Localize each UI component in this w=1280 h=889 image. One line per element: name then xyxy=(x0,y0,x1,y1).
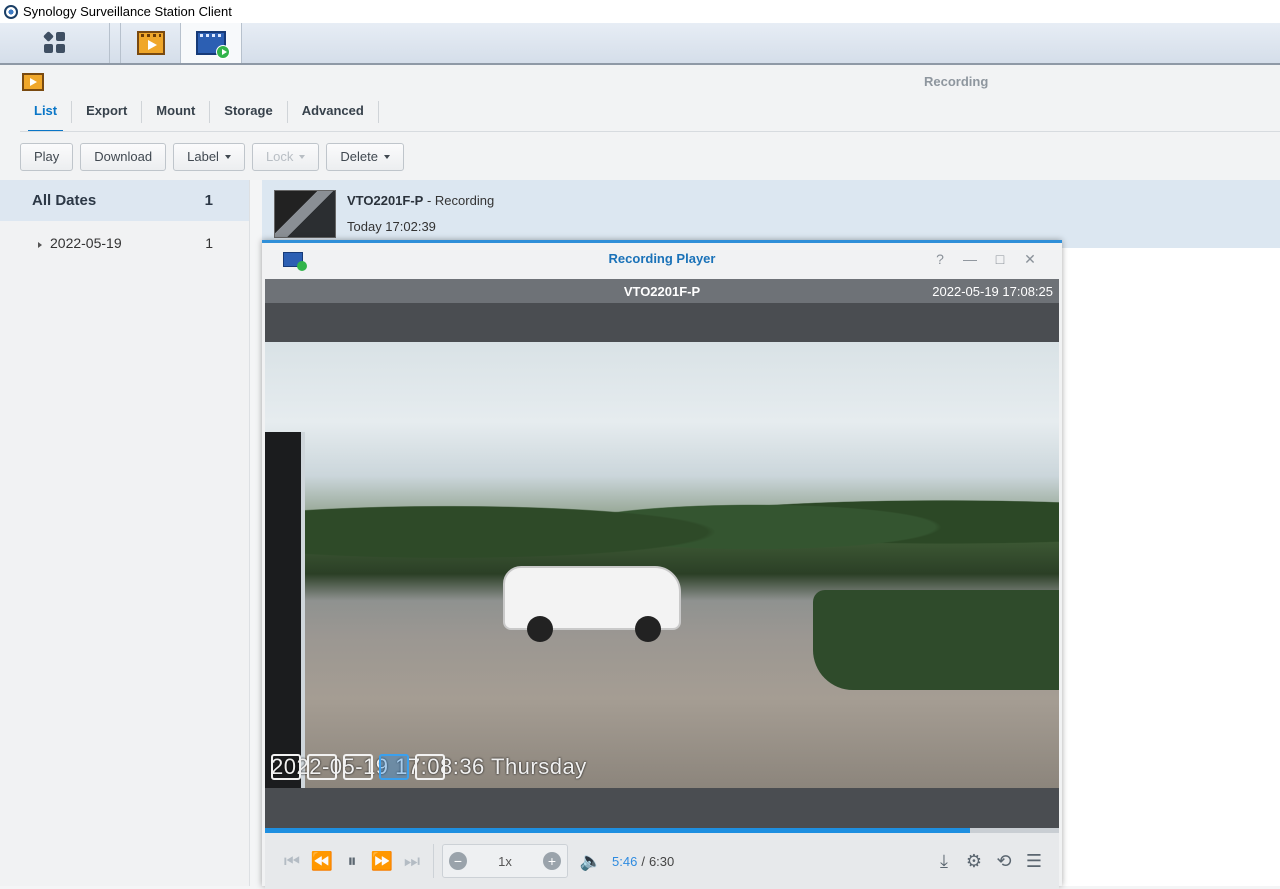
tab-advanced[interactable]: Advanced xyxy=(288,101,379,123)
recording-module-icon xyxy=(22,73,44,91)
tab-storage[interactable]: Storage xyxy=(210,101,288,123)
video-timestamp: 2022-05-19 17:08:25 xyxy=(932,284,1053,299)
recording-time: Today 17:02:39 xyxy=(347,219,436,234)
date-item-2022-05-19[interactable]: 2022-05-19 1 xyxy=(0,221,249,265)
recording-camera: VTO2201F-P xyxy=(347,193,424,208)
launcher-main-menu-button[interactable] xyxy=(0,23,110,63)
skip-end-icon[interactable]: ⏭ xyxy=(397,847,427,875)
speed-decrease-icon[interactable]: − xyxy=(449,852,467,870)
play-button[interactable]: Play xyxy=(20,143,74,171)
scene-hedge xyxy=(813,590,1059,690)
playback-controls: ⏮ ⏪ ⏸ ⏩ ⏭ − 1x + 🔈 5:46 / 6:30 ⤓ ⚙ ⟲ ☰ xyxy=(265,833,1059,889)
bookmark-icon[interactable] xyxy=(343,754,373,780)
download-button[interactable]: Download xyxy=(80,143,167,171)
delete-dropdown[interactable]: Delete xyxy=(326,143,404,171)
video-info-bar: VTO2201F-P 2022-05-19 17:08:25 xyxy=(265,279,1059,303)
date-item-count: 1 xyxy=(204,192,213,209)
recording-row[interactable]: VTO2201F-P - Recording Today 17:02:39 xyxy=(262,180,1280,248)
info-icon[interactable] xyxy=(415,754,445,780)
skip-start-icon[interactable]: ⏮ xyxy=(277,847,307,875)
chevron-down-icon xyxy=(224,155,231,159)
toolbar: Play Download Label Lock Delete xyxy=(20,143,404,171)
os-titlebar: Synology Surveillance Station Client xyxy=(0,0,1280,23)
scene-car xyxy=(503,566,681,642)
date-item-label: All Dates xyxy=(32,192,97,209)
video-overlay-toolbar xyxy=(271,754,445,780)
label-dropdown-label: Label xyxy=(187,149,219,164)
launcher-recording-button[interactable] xyxy=(120,23,181,63)
fast-forward-icon[interactable]: ⏩ xyxy=(367,847,397,875)
player-extra-controls: ⤓ ⚙ ⟲ ☰ xyxy=(929,847,1049,875)
maximize-icon[interactable]: □ xyxy=(992,251,1008,267)
video-frame[interactable]: 2022-05-19 17:08:36 Thursday xyxy=(265,342,1059,788)
speed-value: 1x xyxy=(498,853,512,869)
pause-icon[interactable]: ⏸ xyxy=(337,847,367,875)
chevron-down-icon xyxy=(299,155,306,159)
tab-export[interactable]: Export xyxy=(72,101,143,123)
tab-divider xyxy=(20,131,1280,132)
scene-door xyxy=(265,432,305,788)
download-button-label: Download xyxy=(94,149,153,164)
controls-divider xyxy=(433,844,434,878)
date-item-count: 1 xyxy=(205,235,213,251)
label-dropdown[interactable]: Label xyxy=(173,143,245,171)
speed-increase-icon[interactable]: + xyxy=(542,852,561,870)
repeat-icon[interactable]: ⟲ xyxy=(989,847,1019,875)
gear-icon[interactable]: ⚙ xyxy=(959,847,989,875)
volume-icon[interactable]: 🔈 xyxy=(576,847,606,875)
lock-dropdown-label: Lock xyxy=(265,149,294,164)
fit-screen-icon[interactable] xyxy=(379,754,409,780)
recording-thumbnail xyxy=(274,190,336,238)
grid-icon xyxy=(42,31,66,54)
date-item-label: 2022-05-19 xyxy=(50,235,122,251)
expand-arrow-icon[interactable] xyxy=(38,242,42,248)
snapshot-icon[interactable] xyxy=(271,754,301,780)
delete-dropdown-label: Delete xyxy=(340,149,378,164)
tab-list[interactable]: List xyxy=(20,101,73,132)
help-icon[interactable]: ? xyxy=(932,251,948,267)
player-icon xyxy=(196,31,230,59)
list-icon[interactable]: ☰ xyxy=(1019,847,1049,875)
minimize-icon[interactable]: — xyxy=(962,251,978,267)
film-icon xyxy=(136,31,165,55)
rewind-icon[interactable]: ⏪ xyxy=(307,847,337,875)
tab-bar: List Export Mount Storage Advanced xyxy=(20,101,379,132)
module-title: Recording xyxy=(924,74,989,89)
player-titlebar[interactable]: Recording Player ? — □ ✕ xyxy=(262,243,1062,279)
close-icon[interactable]: ✕ xyxy=(1022,251,1038,268)
recording-player-window: Recording Player ? — □ ✕ VTO2201F-P 2022… xyxy=(262,240,1062,889)
download-icon[interactable]: ⤓ xyxy=(929,847,959,875)
time-current: 5:46 xyxy=(612,853,638,869)
recording-header: Recording List Export Mount Storage Adva… xyxy=(0,65,1280,180)
scene-trees xyxy=(295,472,1059,572)
play-button-label: Play xyxy=(34,149,60,164)
date-item-all[interactable]: All Dates 1 xyxy=(0,180,249,221)
speed-control: − 1x + xyxy=(442,844,568,878)
recording-title: VTO2201F-P - Recording xyxy=(347,193,494,208)
time-separator: / xyxy=(641,853,645,869)
window-title: Synology Surveillance Station Client xyxy=(23,4,232,19)
chevron-down-icon xyxy=(383,155,390,159)
tab-mount[interactable]: Mount xyxy=(142,101,211,123)
launcher-recording-player-button[interactable] xyxy=(181,23,242,63)
video-area[interactable]: VTO2201F-P 2022-05-19 17:08:25 2022-05-1… xyxy=(265,279,1059,829)
app-logo-icon xyxy=(4,4,18,19)
app-launcher-bar xyxy=(0,23,1280,65)
lock-dropdown[interactable]: Lock xyxy=(251,143,320,171)
time-total: 6:30 xyxy=(648,853,675,869)
recording-type: - Recording xyxy=(423,193,495,208)
zoom-icon[interactable] xyxy=(307,754,337,780)
date-filter-pane: All Dates 1 2022-05-19 1 xyxy=(0,180,250,886)
